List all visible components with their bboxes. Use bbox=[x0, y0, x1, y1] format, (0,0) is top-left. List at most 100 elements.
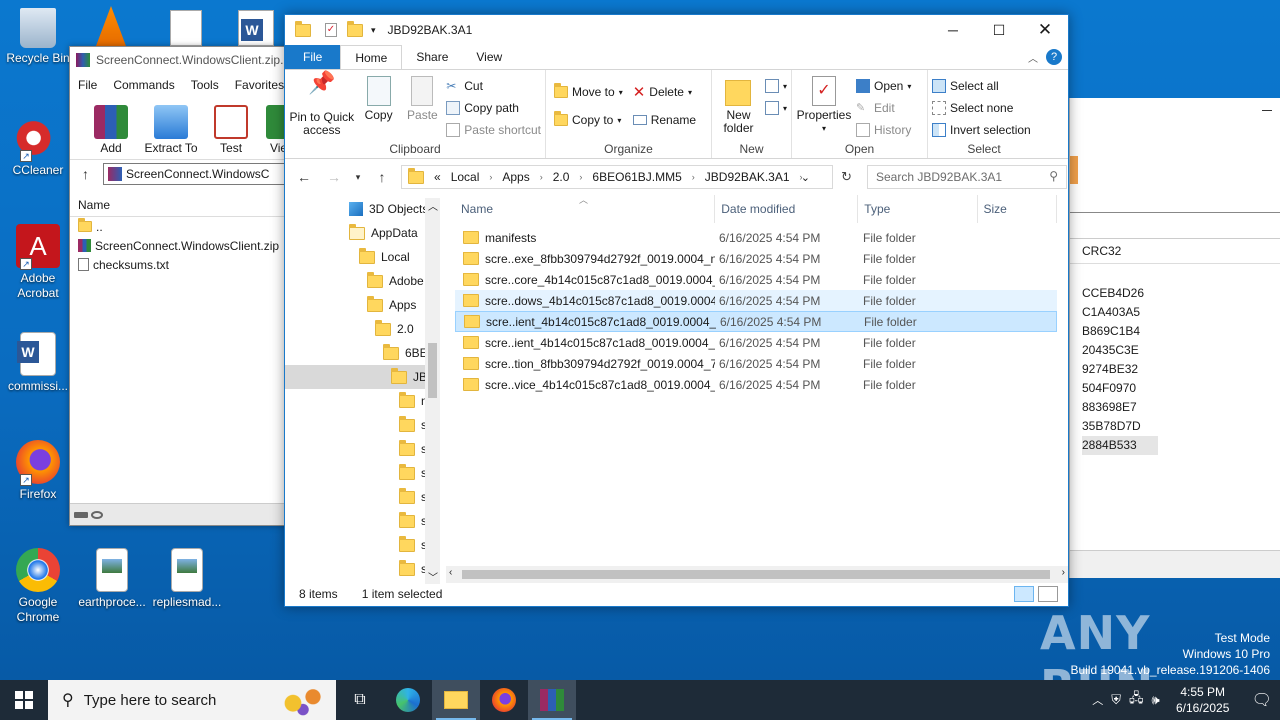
desktop-icon-firefox[interactable]: ↗ Firefox bbox=[0, 440, 76, 502]
security-icon[interactable]: ⛨ bbox=[1111, 692, 1121, 708]
minimize-icon[interactable] bbox=[1262, 110, 1272, 111]
winrar-path-field[interactable]: ScreenConnect.WindowsC bbox=[103, 162, 293, 185]
invert-selection-button[interactable]: Invert selection bbox=[932, 120, 1031, 140]
collapse-ribbon-icon[interactable]: ︿ bbox=[1028, 50, 1038, 65]
desktop-icon-adobe-acrobat[interactable]: A ↗ Adobe Acrobat bbox=[0, 224, 76, 301]
table-row[interactable]: scre..vice_4b14c015c87c1ad8_0019.0004_..… bbox=[455, 374, 1057, 395]
nav-item-apps[interactable]: Apps bbox=[367, 293, 416, 317]
winrar-window[interactable]: ScreenConnect.WindowsClient.zip... File … bbox=[69, 46, 294, 526]
column-type[interactable]: Type bbox=[858, 195, 978, 223]
file-explorer-window[interactable]: ✓ ▾ JBD92BAK.3A1 ─ ☐ ✕ File Home Share V… bbox=[284, 14, 1069, 607]
tab-view[interactable]: View bbox=[462, 45, 516, 69]
taskbar-file-explorer[interactable] bbox=[432, 680, 480, 720]
column-date-modified[interactable]: Date modified bbox=[715, 195, 859, 223]
menu-file[interactable]: File bbox=[78, 78, 97, 92]
breadcrumb-local[interactable]: Local bbox=[451, 170, 480, 184]
winrar-column-name[interactable]: Name bbox=[70, 193, 293, 217]
nav-item-subfolder[interactable]: s bbox=[399, 509, 427, 533]
scroll-up-arrow-icon[interactable]: ︿ bbox=[428, 198, 438, 213]
maximize-button[interactable]: ☐ bbox=[976, 15, 1022, 45]
add-button[interactable]: Add bbox=[84, 105, 138, 155]
crc32-column-header[interactable]: CRC32 bbox=[1070, 238, 1280, 264]
back-button[interactable]: ← bbox=[293, 169, 315, 185]
rename-button[interactable]: Rename bbox=[632, 110, 696, 130]
extract-to-button[interactable]: Extract To bbox=[144, 105, 198, 155]
table-row-selected[interactable]: scre..ient_4b14c015c87c1ad8_0019.0004_..… bbox=[455, 311, 1057, 332]
nav-item-subfolder[interactable]: s bbox=[399, 533, 427, 557]
nav-item-subfolder[interactable]: n bbox=[399, 389, 428, 413]
desktop-icon-recycle-bin[interactable]: Recycle Bin bbox=[0, 8, 76, 66]
tab-file[interactable]: File bbox=[285, 45, 341, 69]
paste-shortcut-button[interactable]: Paste shortcut bbox=[446, 120, 541, 140]
move-to-button[interactable]: Move to ▾ bbox=[554, 82, 623, 102]
search-input[interactable]: Search JBD92BAK.3A1 ⚲ bbox=[867, 165, 1067, 189]
scroll-left-arrow-icon[interactable]: ‹ bbox=[449, 567, 452, 578]
scroll-right-arrow-icon[interactable]: › bbox=[1062, 567, 1065, 578]
tab-home[interactable]: Home bbox=[340, 45, 403, 69]
table-row[interactable]: scre..tion_8fbb309794d2792f_0019.0004_7.… bbox=[455, 353, 1057, 374]
select-all-button[interactable]: Select all bbox=[932, 76, 1031, 96]
scrollbar-thumb[interactable] bbox=[428, 343, 437, 398]
select-none-button[interactable]: Select none bbox=[932, 98, 1031, 118]
column-name[interactable]: Name ︿ bbox=[455, 195, 716, 223]
list-item[interactable]: .. bbox=[70, 217, 293, 236]
list-item[interactable]: checksums.txt bbox=[70, 255, 293, 274]
up-button[interactable]: ↑ bbox=[371, 169, 393, 185]
breadcrumb-2-0[interactable]: 2.0 bbox=[553, 170, 570, 184]
nav-item-subfolder[interactable]: s bbox=[399, 557, 427, 581]
desktop-icon-ccleaner[interactable]: ↗ CCleaner bbox=[0, 116, 76, 178]
close-button[interactable]: ✕ bbox=[1022, 15, 1068, 45]
breadcrumb-jbd92bak[interactable]: JBD92BAK.3A1 bbox=[705, 170, 790, 184]
table-row[interactable]: scre..dows_4b14c015c87c1ad8_0019.0004...… bbox=[455, 290, 1057, 311]
history-button[interactable]: History bbox=[856, 120, 911, 140]
table-row[interactable]: scre..exe_8fbb309794d2792f_0019.0004_n..… bbox=[455, 248, 1057, 269]
menu-favorites[interactable]: Favorites bbox=[235, 78, 284, 92]
nav-item-adobe[interactable]: Adobe bbox=[367, 269, 424, 293]
recent-locations-button[interactable]: ▾ bbox=[353, 172, 363, 183]
list-item[interactable]: ScreenConnect.WindowsClient.zip bbox=[70, 236, 293, 255]
column-size[interactable]: Size bbox=[978, 195, 1057, 223]
nav-item-subfolder[interactable]: s bbox=[399, 485, 427, 509]
desktop-icon-google-chrome[interactable]: Google Chrome bbox=[0, 548, 76, 625]
task-view-button[interactable]: ⧉ bbox=[336, 680, 384, 720]
taskbar-clock[interactable]: 4:55 PM 6/16/2025 bbox=[1168, 684, 1238, 716]
nav-item-subfolder[interactable]: s bbox=[399, 413, 427, 437]
taskbar-search-box[interactable]: ⚲ Type here to search bbox=[48, 680, 336, 720]
cut-button[interactable]: ✂ Cut bbox=[446, 76, 541, 96]
copy-path-button[interactable]: Copy path bbox=[446, 98, 541, 118]
large-icons-view-button[interactable] bbox=[1038, 586, 1058, 602]
address-dropdown-icon[interactable]: ⌄ bbox=[801, 171, 810, 184]
address-bar[interactable]: « Local › Apps › 2.0 › 6BEO61BJ.MM5 › JB… bbox=[401, 165, 852, 189]
breadcrumb-apps[interactable]: Apps bbox=[502, 170, 529, 184]
help-icon[interactable]: ? bbox=[1046, 49, 1062, 65]
open-button[interactable]: Open ▾ bbox=[856, 76, 911, 96]
table-row[interactable]: scre..ient_4b14c015c87c1ad8_0019.0004_..… bbox=[455, 332, 1057, 353]
breadcrumb-overflow[interactable]: « bbox=[434, 170, 441, 184]
properties-check-icon[interactable]: ✓ bbox=[325, 23, 337, 37]
table-row[interactable]: manifests 6/16/2025 4:54 PM File folder bbox=[455, 227, 1057, 248]
desktop-icon-commission-doc[interactable]: W commissi... bbox=[0, 332, 76, 394]
start-button[interactable] bbox=[0, 680, 48, 720]
refresh-icon[interactable]: ↻ bbox=[841, 169, 852, 185]
new-item-button[interactable]: ▾ bbox=[764, 76, 787, 96]
tab-share[interactable]: Share bbox=[402, 45, 462, 69]
table-row[interactable]: scre..core_4b14c015c87c1ad8_0019.0004_..… bbox=[455, 269, 1057, 290]
show-hidden-icons-chevron-icon[interactable]: ︿ bbox=[1092, 692, 1103, 708]
easy-access-button[interactable]: ▾ bbox=[764, 98, 787, 118]
menu-commands[interactable]: Commands bbox=[113, 78, 174, 92]
scrollbar-thumb[interactable] bbox=[462, 570, 1050, 579]
network-icon[interactable]: 🖧 bbox=[1129, 689, 1144, 711]
up-arrow-icon[interactable]: ↑ bbox=[82, 166, 89, 182]
explorer-title-bar[interactable]: ✓ ▾ JBD92BAK.3A1 ─ ☐ ✕ bbox=[285, 15, 1068, 45]
customize-qat-chevron-icon[interactable]: ▾ bbox=[371, 25, 376, 36]
winrar-title-bar[interactable]: ScreenConnect.WindowsClient.zip... bbox=[70, 47, 293, 73]
nav-item-subfolder[interactable]: s bbox=[399, 437, 427, 461]
taskbar-winrar[interactable] bbox=[528, 680, 576, 720]
test-button[interactable]: Test bbox=[204, 105, 258, 155]
nav-pane-scrollbar[interactable]: ︿ ﹀ bbox=[425, 198, 440, 584]
copy-to-button[interactable]: Copy to ▾ bbox=[554, 110, 623, 130]
new-folder-icon[interactable] bbox=[347, 20, 363, 37]
minimize-button[interactable]: ─ bbox=[930, 15, 976, 45]
forward-button[interactable]: → bbox=[323, 169, 345, 185]
nav-item-appdata[interactable]: AppData bbox=[349, 221, 418, 245]
